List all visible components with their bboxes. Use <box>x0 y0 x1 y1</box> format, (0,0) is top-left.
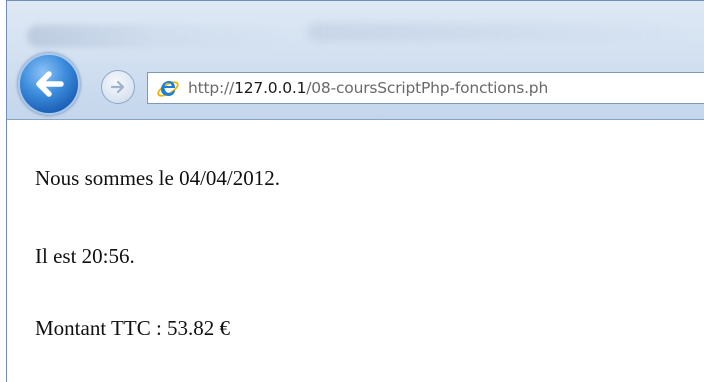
browser-toolbar: http://127.0.0.1/08-coursScriptPhp-fonct… <box>7 1 704 119</box>
url-text: http://127.0.0.1/08-coursScriptPhp-fonct… <box>188 78 548 98</box>
amount-line: Montant TTC : 53.82 € <box>35 316 231 340</box>
url-protocol: http:// <box>188 79 235 97</box>
blurred-title-area <box>27 25 287 47</box>
page-content: Nous sommes le 04/04/2012. Il est 20:56.… <box>7 119 704 382</box>
internet-explorer-icon <box>157 81 179 97</box>
forward-button[interactable] <box>101 70 135 104</box>
date-line: Nous sommes le 04/04/2012. <box>35 166 280 190</box>
url-path: /08-coursScriptPhp-fonctions.ph <box>306 79 549 97</box>
browser-window: http://127.0.0.1/08-coursScriptPhp-fonct… <box>6 0 704 382</box>
back-arrow-icon <box>36 71 64 97</box>
back-button[interactable] <box>18 53 80 115</box>
time-line: Il est 20:56. <box>35 244 135 268</box>
blurred-tab-area <box>307 23 687 41</box>
address-bar[interactable]: http://127.0.0.1/08-coursScriptPhp-fonct… <box>147 72 704 104</box>
url-host: 127.0.0.1 <box>234 79 307 97</box>
forward-arrow-icon <box>110 80 125 94</box>
